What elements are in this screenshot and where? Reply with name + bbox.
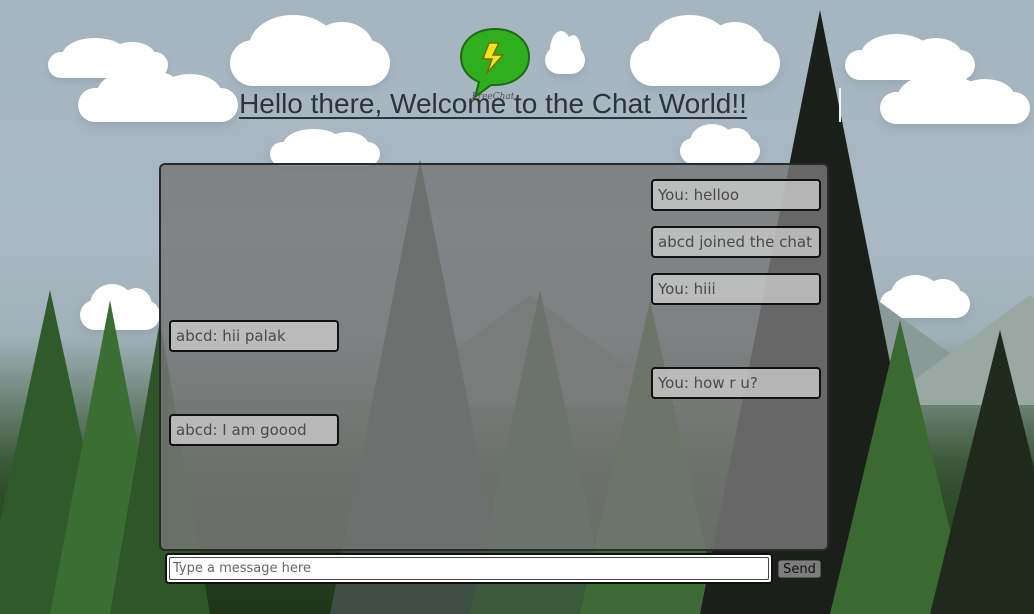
chat-messages-panel[interactable]: You: helloo abcd joined the chat You: hi… bbox=[159, 163, 829, 551]
page-header: Hello there, Welcome to the Chat World!! bbox=[0, 88, 1034, 120]
text-cursor bbox=[839, 88, 841, 122]
send-button[interactable]: Send bbox=[778, 560, 821, 578]
message-incoming: abcd: I am goood bbox=[169, 414, 339, 446]
message-system: abcd joined the chat bbox=[651, 226, 821, 258]
message-outgoing: You: hiii bbox=[651, 273, 821, 305]
message-composer bbox=[165, 553, 773, 584]
message-input[interactable] bbox=[169, 557, 769, 580]
message-outgoing: You: how r u? bbox=[651, 367, 821, 399]
message-incoming: abcd: hii palak bbox=[169, 320, 339, 352]
message-outgoing: You: helloo bbox=[651, 179, 821, 211]
page-title: Hello there, Welcome to the Chat World!! bbox=[239, 88, 747, 119]
